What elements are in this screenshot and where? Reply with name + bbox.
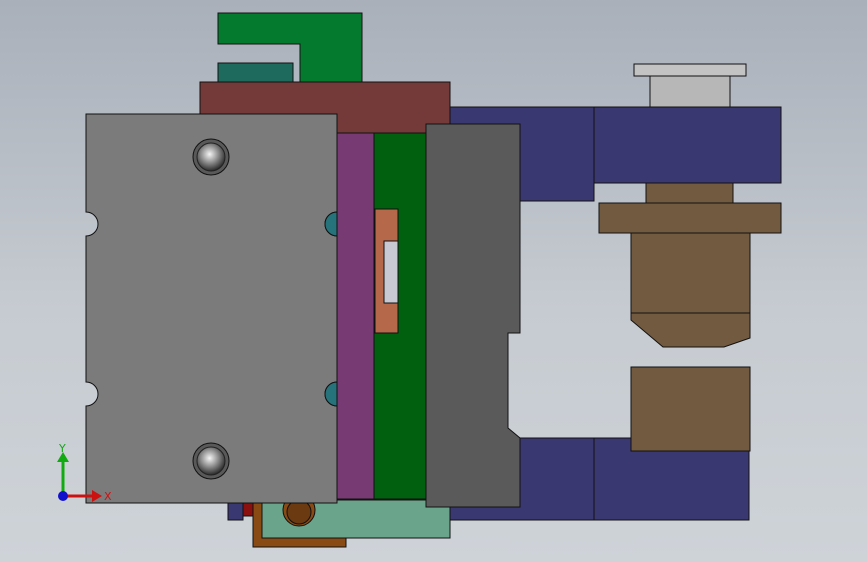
teal-small-block[interactable] bbox=[217, 62, 294, 83]
dark-gray-right-plate[interactable] bbox=[425, 123, 521, 508]
bottom-bolt-socket[interactable] bbox=[286, 499, 312, 525]
hole-lower-inner[interactable] bbox=[196, 446, 226, 476]
cad-viewport[interactable]: Y X bbox=[0, 0, 867, 562]
axis-triad: Y X bbox=[57, 442, 112, 503]
brown-piston-body[interactable] bbox=[630, 232, 751, 314]
hole-upper-inner[interactable] bbox=[196, 142, 226, 172]
brown-piston-neck[interactable] bbox=[645, 182, 734, 204]
light-gray-cap-top[interactable] bbox=[633, 63, 747, 77]
assembly-drawing[interactable] bbox=[0, 0, 867, 562]
brown-piston-tip[interactable] bbox=[630, 312, 751, 348]
x-axis-arrow-icon bbox=[92, 490, 102, 502]
origin-marker-icon bbox=[58, 491, 68, 501]
y-axis-label: Y bbox=[58, 442, 66, 455]
purple-strip[interactable] bbox=[335, 132, 377, 500]
brown-piston-flange[interactable] bbox=[598, 202, 782, 234]
navy-upper-block-right[interactable] bbox=[593, 106, 782, 184]
light-gray-cap-stem[interactable] bbox=[649, 75, 731, 108]
x-axis-label: X bbox=[104, 490, 112, 503]
insert-window[interactable] bbox=[383, 240, 399, 304]
brown-lower-block[interactable] bbox=[630, 366, 751, 452]
